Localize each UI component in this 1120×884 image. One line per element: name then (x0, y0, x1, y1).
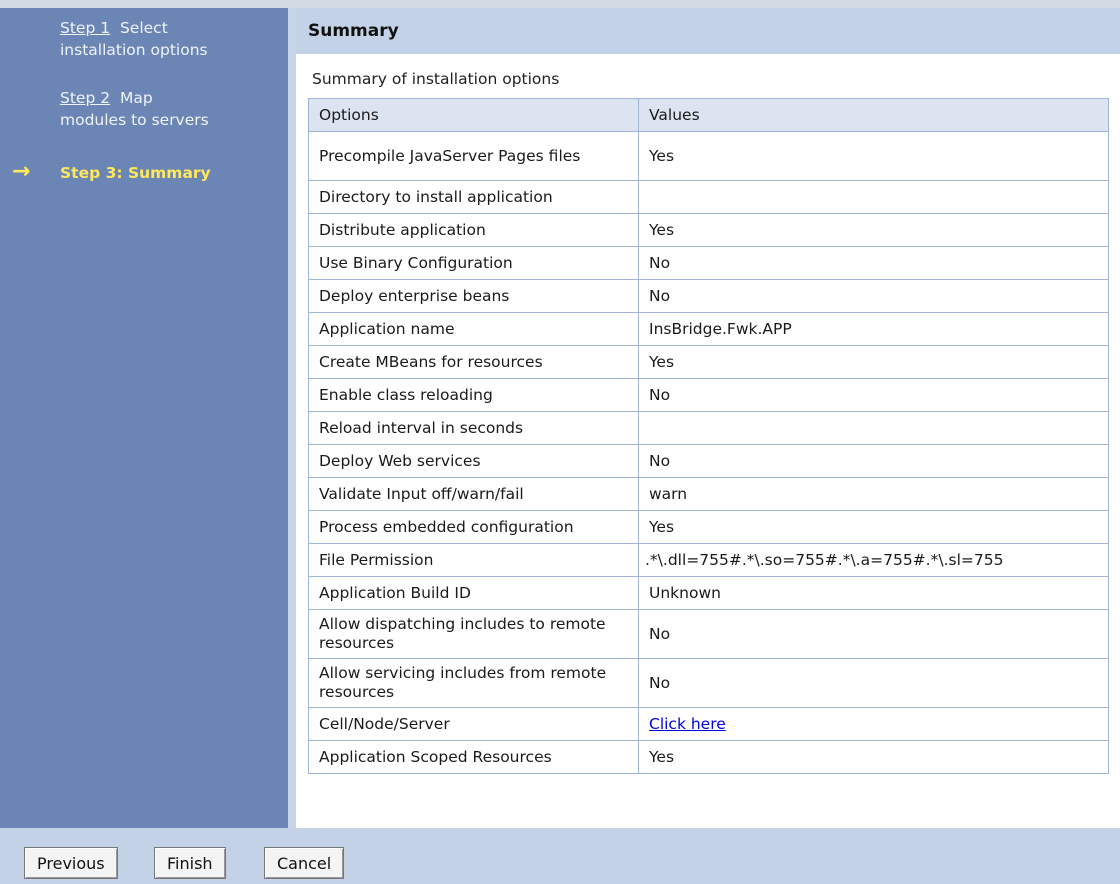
option-cell: Use Binary Configuration (308, 246, 639, 280)
step-2: Step 2 Map (60, 87, 153, 109)
table-row: Distribute application Yes (308, 213, 1109, 247)
table-caption: Summary of installation options (312, 70, 560, 88)
step-3-current: Step 3: Summary (60, 164, 211, 182)
options-column-header: Options (308, 98, 639, 132)
option-cell: Deploy enterprise beans (308, 279, 639, 313)
table-row: Precompile JavaServer Pages files Yes (308, 131, 1109, 181)
wizard-steps-sidebar: Step 1 Select installation options Step … (0, 8, 288, 828)
option-cell: Allow dispatching includes to remote res… (308, 609, 639, 659)
value-cell: Unknown (638, 576, 1109, 610)
value-cell (638, 411, 1109, 445)
table-row: Validate Input off/warn/fail warn (308, 477, 1109, 511)
table-row: Use Binary Configuration No (308, 246, 1109, 280)
cell-node-server-link[interactable]: Click here (649, 715, 726, 733)
table-row: Allow dispatching includes to remote res… (308, 609, 1109, 659)
value-cell: No (638, 658, 1109, 708)
step-2-description: modules to servers (60, 111, 209, 129)
option-cell: Allow servicing includes from remote res… (308, 658, 639, 708)
cancel-button[interactable]: Cancel (264, 847, 345, 879)
table-row: Application Scoped Resources Yes (308, 740, 1109, 774)
step-1-description: installation options (60, 41, 208, 59)
value-cell (638, 180, 1109, 214)
step-2-link[interactable]: Step 2 (60, 89, 110, 107)
option-cell: Application Build ID (308, 576, 639, 610)
option-cell: Cell/Node/Server (308, 707, 639, 741)
option-cell: Reload interval in seconds (308, 411, 639, 445)
value-cell: No (638, 279, 1109, 313)
previous-button[interactable]: Previous (24, 847, 118, 879)
value-cell: No (638, 378, 1109, 412)
value-cell: .*\.dll=755#.*\.so=755#.*\.a=755#.*\.sl=… (638, 543, 1109, 577)
option-cell: Application name (308, 312, 639, 346)
top-strip (0, 0, 1120, 8)
value-cell: Yes (638, 213, 1109, 247)
panel-titlebar: Summary (296, 8, 1120, 54)
summary-table: Options Values Precompile JavaServer Pag… (308, 98, 1109, 774)
value-cell: Yes (638, 740, 1109, 774)
option-cell: Enable class reloading (308, 378, 639, 412)
option-cell: Process embedded configuration (308, 510, 639, 544)
value-cell: No (638, 609, 1109, 659)
value-cell: warn (638, 477, 1109, 511)
step-2-label: Map (119, 89, 153, 107)
table-row: File Permission .*\.dll=755#.*\.so=755#.… (308, 543, 1109, 577)
value-cell: Yes (638, 131, 1109, 181)
table-row: Create MBeans for resources Yes (308, 345, 1109, 379)
table-row: Reload interval in seconds (308, 411, 1109, 445)
option-cell: Distribute application (308, 213, 639, 247)
option-cell: Precompile JavaServer Pages files (308, 131, 639, 181)
option-cell: Directory to install application (308, 180, 639, 214)
table-row: Directory to install application (308, 180, 1109, 214)
value-cell: Yes (638, 510, 1109, 544)
table-row: Enable class reloading No (308, 378, 1109, 412)
step-1-label: Select (119, 19, 168, 37)
option-cell: Validate Input off/warn/fail (308, 477, 639, 511)
step-1-link[interactable]: Step 1 (60, 19, 110, 37)
value-cell: InsBridge.Fwk.APP (638, 312, 1109, 346)
table-row: Cell/Node/Server Click here (308, 707, 1109, 741)
values-column-header: Values (638, 98, 1109, 132)
table-row: Process embedded configuration Yes (308, 510, 1109, 544)
table-row: Application name InsBridge.Fwk.APP (308, 312, 1109, 346)
value-cell: No (638, 444, 1109, 478)
wizard-button-bar: Previous Finish Cancel (0, 828, 1120, 884)
finish-button[interactable]: Finish (154, 847, 226, 879)
option-cell: Deploy Web services (308, 444, 639, 478)
option-cell: Create MBeans for resources (308, 345, 639, 379)
panel-title: Summary (308, 21, 399, 41)
value-cell: No (638, 246, 1109, 280)
current-step-arrow-icon: → (12, 159, 31, 184)
table-row: Application Build ID Unknown (308, 576, 1109, 610)
table-row: Deploy enterprise beans No (308, 279, 1109, 313)
summary-panel: Summary Summary of installation options … (296, 8, 1120, 828)
value-cell: Yes (638, 345, 1109, 379)
table-header-row: Options Values (308, 98, 1109, 132)
option-cell: File Permission (308, 543, 639, 577)
option-cell: Application Scoped Resources (308, 740, 639, 774)
sidebar-divider (288, 8, 296, 828)
table-row: Allow servicing includes from remote res… (308, 658, 1109, 708)
table-row: Deploy Web services No (308, 444, 1109, 478)
value-cell: Click here (638, 707, 1109, 741)
